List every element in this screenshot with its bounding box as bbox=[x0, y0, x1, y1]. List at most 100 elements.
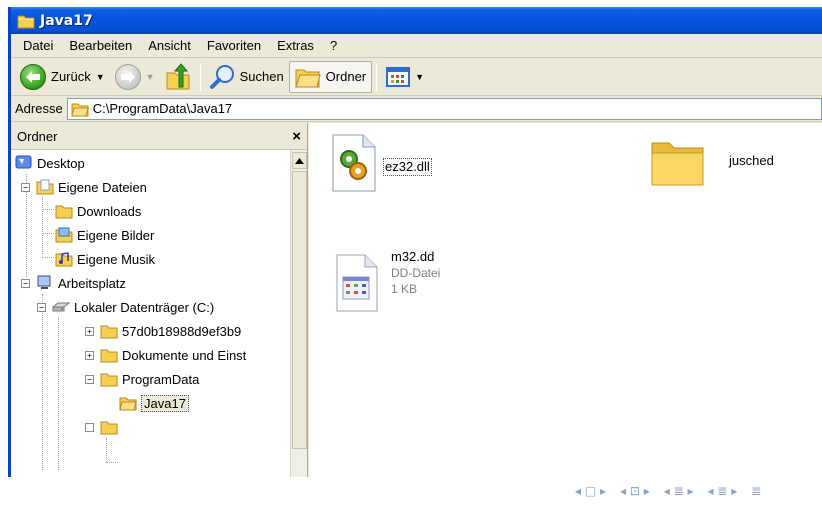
tree-item-my-documents[interactable]: − Eigene Dateien bbox=[21, 175, 147, 199]
menu-tools[interactable]: Extras bbox=[269, 35, 322, 57]
views-icon bbox=[386, 66, 411, 87]
tree-item-my-music[interactable]: Eigene Musik bbox=[55, 247, 155, 271]
toolbar-separator bbox=[199, 62, 201, 91]
tree-guide bbox=[42, 233, 54, 234]
folder-icon bbox=[100, 325, 118, 339]
my-documents-icon bbox=[36, 179, 54, 195]
tree-guide bbox=[42, 209, 54, 210]
back-label: Zurück bbox=[51, 69, 91, 84]
scroll-thumb[interactable] bbox=[292, 171, 307, 449]
back-dropdown-icon[interactable]: ▼ bbox=[96, 72, 105, 82]
menu-edit[interactable]: Bearbeiten bbox=[61, 35, 140, 57]
tree-guide bbox=[106, 462, 118, 463]
desktop-icon bbox=[15, 155, 32, 169]
toolbar: Zurück ▼ ▼ Suchen Ordner ▼ bbox=[11, 58, 822, 96]
back-button[interactable]: Zurück ▼ bbox=[15, 61, 110, 93]
address-field[interactable]: C:\ProgramData\Java17 bbox=[66, 97, 822, 120]
menu-help[interactable]: ? bbox=[322, 35, 345, 57]
folder-tree: Desktop − Eigene Dateien Downloads Eigen… bbox=[11, 150, 290, 477]
tree-item-label: Desktop bbox=[37, 155, 85, 171]
scroll-up-icon[interactable] bbox=[292, 152, 307, 169]
tree-guide bbox=[58, 317, 59, 470]
collapse-icon[interactable]: − bbox=[21, 278, 30, 288]
tree-guide bbox=[42, 257, 54, 258]
folders-icon bbox=[294, 69, 321, 87]
expand-icon[interactable]: + bbox=[85, 350, 94, 360]
search-icon bbox=[209, 64, 234, 89]
tree-item-downloads[interactable]: Downloads bbox=[55, 199, 141, 223]
file-list: ez32.dll jusched m32.dd DD-Datei 1 KB bbox=[309, 123, 822, 477]
file-item-jusched[interactable]: jusched bbox=[649, 135, 774, 189]
drive-icon bbox=[52, 302, 70, 312]
tree-item-local-disk[interactable]: − Lokaler Datenträger (C:) bbox=[37, 295, 214, 319]
tree-item-my-computer[interactable]: − Arbeitsplatz bbox=[21, 271, 126, 295]
address-value: C:\ProgramData\Java17 bbox=[92, 101, 233, 116]
nav-document-icon[interactable]: ◂ ≣ ▸ bbox=[707, 484, 737, 498]
file-size: 1 KB bbox=[391, 282, 418, 296]
folder-pane-header: Ordner × bbox=[11, 123, 307, 150]
file-item-m32-dd[interactable]: m32.dd DD-Datei 1 KB bbox=[335, 249, 440, 313]
back-arrow-icon bbox=[20, 63, 46, 90]
expand-icon[interactable]: + bbox=[85, 326, 94, 336]
up-button[interactable] bbox=[160, 61, 196, 93]
my-pictures-icon bbox=[55, 227, 73, 243]
collapse-icon[interactable]: − bbox=[85, 374, 94, 384]
views-button[interactable]: ▼ bbox=[381, 61, 429, 93]
search-label: Suchen bbox=[239, 69, 284, 84]
file-name: ez32.dll bbox=[383, 158, 432, 176]
tree-item-label: 57d0b18988d9ef3b9 bbox=[122, 323, 242, 339]
tree-item-hash-folder[interactable]: + 57d0b18988d9ef3b9 bbox=[85, 319, 241, 343]
nav-subsection-icon[interactable]: ◂ ⊡ ▸ bbox=[620, 484, 650, 498]
tree-scrollbar[interactable] bbox=[290, 150, 307, 477]
tree-item-label: Eigene Dateien bbox=[58, 179, 147, 195]
tree-guide bbox=[106, 438, 107, 462]
file-details: m32.dd DD-Datei 1 KB bbox=[391, 249, 440, 297]
tree-item-programdata[interactable]: − ProgramData bbox=[85, 367, 199, 391]
folder-icon bbox=[651, 142, 704, 186]
tree-item-documents-settings[interactable]: + Dokumente und Einst bbox=[85, 343, 246, 367]
forward-arrow-icon bbox=[114, 63, 141, 90]
tree-item-label: Downloads bbox=[77, 203, 142, 219]
folder-icon bbox=[100, 349, 118, 363]
nav-section-icon[interactable]: ◂ ≣ ▸ bbox=[664, 484, 694, 498]
menu-bar: Datei Bearbeiten Ansicht Favoriten Extra… bbox=[11, 34, 822, 58]
tree-item-label: Java17 bbox=[141, 394, 189, 412]
my-computer-icon bbox=[37, 275, 51, 289]
search-button[interactable]: Suchen bbox=[205, 61, 289, 93]
views-dropdown-icon[interactable]: ▼ bbox=[415, 72, 424, 82]
folders-button[interactable]: Ordner bbox=[288, 60, 373, 93]
file-item-ez32-dll[interactable]: ez32.dll bbox=[327, 133, 432, 193]
tree-item-partial bbox=[85, 415, 122, 439]
menu-file[interactable]: Datei bbox=[15, 35, 61, 57]
file-name: m32.dd bbox=[391, 249, 435, 264]
tree-item-label: Eigene Bilder bbox=[77, 227, 155, 243]
dll-gear-icon bbox=[332, 134, 376, 192]
tree-item-java17[interactable]: Java17 bbox=[119, 391, 189, 415]
folder-pane-title: Ordner bbox=[17, 128, 58, 144]
nav-frame-icon[interactable]: ◂ □ ▸ bbox=[575, 484, 606, 498]
address-bar: Adresse C:\ProgramData\Java17 bbox=[11, 96, 822, 122]
toolbar-separator bbox=[376, 62, 378, 91]
tree-item-label: Lokaler Datenträger (C:) bbox=[74, 299, 215, 315]
tree-item-label: Dokumente und Einst bbox=[122, 347, 247, 363]
window-title: Java17 bbox=[40, 12, 93, 29]
folder-icon bbox=[17, 15, 35, 28]
tree-item-label: Eigene Musik bbox=[77, 251, 156, 267]
menu-favorites[interactable]: Favoriten bbox=[199, 35, 269, 57]
close-icon[interactable]: × bbox=[292, 128, 301, 145]
title-bar[interactable]: Java17 bbox=[11, 7, 822, 34]
menu-view[interactable]: Ansicht bbox=[140, 35, 199, 57]
forward-button[interactable]: ▼ bbox=[110, 61, 160, 93]
tree-item-label: ProgramData bbox=[122, 371, 200, 387]
collapse-icon[interactable]: − bbox=[37, 302, 46, 312]
tree-item-desktop[interactable]: Desktop bbox=[15, 151, 85, 175]
tree-item-label: Arbeitsplatz bbox=[58, 275, 126, 291]
tree-item-my-pictures[interactable]: Eigene Bilder bbox=[55, 223, 154, 247]
nav-appendix-icon[interactable]: ≣ bbox=[751, 484, 761, 498]
generic-file-icon bbox=[336, 254, 378, 312]
my-music-icon bbox=[55, 252, 73, 267]
collapse-icon[interactable]: − bbox=[21, 182, 30, 192]
file-name: jusched bbox=[729, 153, 774, 168]
forward-dropdown-icon[interactable]: ▼ bbox=[146, 72, 155, 82]
folder-icon bbox=[100, 373, 118, 387]
